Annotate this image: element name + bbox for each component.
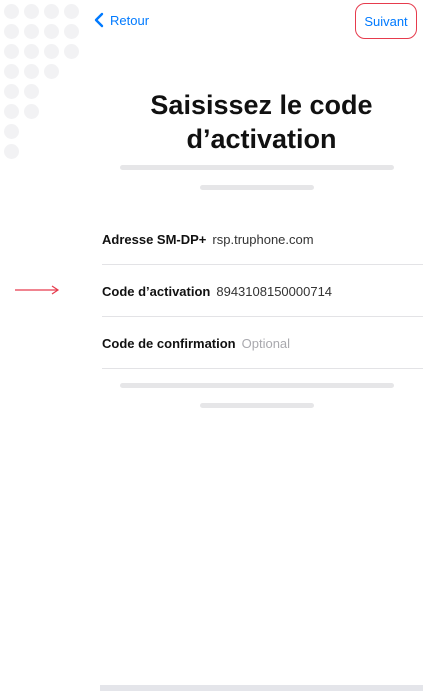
next-button[interactable]: Suivant (355, 3, 417, 39)
confirmation-code-field[interactable]: Code de confirmation Optional (102, 317, 423, 369)
chevron-left-icon (94, 12, 104, 28)
back-button[interactable]: Retour (94, 12, 149, 28)
bottom-bar (100, 685, 423, 691)
footer-placeholder-line-1 (120, 383, 394, 388)
page-title-line-2: d’activation (186, 124, 337, 154)
page-title: Saisissez le code d’activation (100, 88, 423, 156)
activation-code-value: 8943108150000714 (216, 283, 333, 299)
description-placeholder-line-2 (200, 185, 314, 190)
footer-placeholder-line-2 (200, 403, 314, 408)
field-divider (102, 368, 423, 369)
activation-code-label: Code d’activation (102, 283, 211, 299)
confirmation-code-label: Code de confirmation (102, 335, 236, 351)
activation-code-field[interactable]: Code d’activation 8943108150000714 (102, 265, 423, 317)
page-title-line-1: Saisissez le code (150, 90, 373, 120)
description-placeholder-line-1 (120, 165, 394, 170)
back-button-label: Retour (110, 12, 150, 28)
smdp-address-value: rsp.truphone.com (212, 231, 314, 247)
smdp-address-field[interactable]: Adresse SM-DP+ rsp.truphone.com (102, 213, 423, 265)
next-button-label: Suivant (364, 13, 408, 29)
confirmation-code-placeholder: Optional (241, 335, 291, 351)
smdp-address-label: Adresse SM-DP+ (102, 231, 207, 247)
arrow-right-icon (15, 285, 60, 295)
